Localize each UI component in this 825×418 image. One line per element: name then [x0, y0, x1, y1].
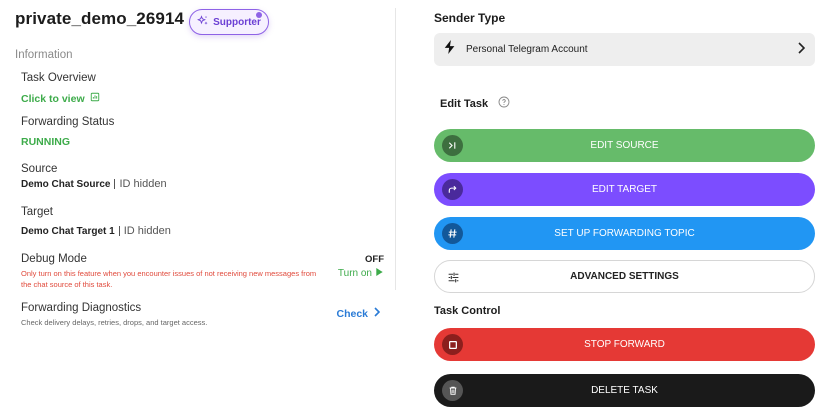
source-name: Demo Chat Source — [21, 178, 111, 190]
supporter-label: Supporter — [213, 16, 261, 28]
chevron-right-icon — [798, 41, 806, 59]
stop-forward-label: STOP FORWARD — [584, 339, 665, 350]
separator — [114, 179, 116, 189]
overview-link-label: Click to view — [21, 92, 85, 105]
delete-task-button[interactable]: DELETE TASK — [434, 374, 815, 407]
advanced-settings-button[interactable]: ADVANCED SETTINGS — [434, 260, 815, 293]
sender-type-value: Personal Telegram Account — [466, 44, 588, 55]
source-label: Source — [21, 163, 58, 175]
check-label: Check — [336, 307, 368, 320]
target-value: Demo Chat Target 1 ID hidden — [21, 225, 171, 237]
lightning-icon — [444, 40, 456, 59]
diagnostics-check-button[interactable]: Check — [336, 307, 381, 320]
notification-dot — [256, 12, 262, 18]
chart-icon — [90, 92, 100, 105]
sparkle-icon — [197, 14, 209, 30]
debug-turn-on-button[interactable]: Turn on — [338, 268, 383, 279]
forwarding-topic-label: SET UP FORWARDING TOPIC — [554, 228, 695, 239]
supporter-badge[interactable]: Supporter — [189, 9, 269, 35]
forwarding-diagnostics-label: Forwarding Diagnostics — [21, 302, 142, 314]
edit-task-heading: Edit Task — [440, 96, 510, 111]
forwarding-topic-button[interactable]: SET UP FORWARDING TOPIC — [434, 217, 815, 250]
trash-icon — [442, 380, 463, 401]
edit-source-button[interactable]: EDIT SOURCE — [434, 129, 815, 162]
edit-target-button[interactable]: EDIT TARGET — [434, 173, 815, 206]
task-overview-label: Task Overview — [21, 72, 96, 84]
task-title-row: private_demo_26914 — [15, 9, 207, 29]
forwarding-status-value: RUNNING — [21, 136, 70, 148]
chevron-right-icon — [374, 307, 381, 320]
task-info-panel: private_demo_26914 Supporter Information… — [0, 0, 396, 418]
delete-task-label: DELETE TASK — [591, 385, 658, 396]
arrow-to-bar-icon — [442, 135, 463, 156]
source-value: Demo Chat Source ID hidden — [21, 178, 167, 190]
sender-type-heading: Sender Type — [434, 11, 506, 25]
target-name: Demo Chat Target 1 — [21, 225, 115, 237]
advanced-settings-label: ADVANCED SETTINGS — [570, 271, 679, 282]
edit-source-label: EDIT SOURCE — [590, 140, 659, 151]
debug-mode-note: Only turn on this feature when you encou… — [21, 269, 317, 289]
play-arrow-icon — [376, 268, 383, 279]
debug-mode-state: OFF — [365, 254, 384, 265]
sliders-icon — [443, 267, 464, 288]
target-id: ID hidden — [123, 225, 171, 237]
hash-icon — [442, 223, 463, 244]
debug-mode-label: Debug Mode — [21, 253, 87, 265]
stop-forward-button[interactable]: STOP FORWARD — [434, 328, 815, 361]
sender-type-selector[interactable]: Personal Telegram Account — [434, 33, 815, 66]
task-name: private_demo_26914 — [15, 9, 185, 28]
information-heading: Information — [15, 49, 73, 61]
forwarding-status-label: Forwarding Status — [21, 116, 115, 128]
edit-task-label: Edit Task — [440, 97, 489, 110]
task-overview-link[interactable]: Click to view — [21, 92, 100, 105]
source-id: ID hidden — [119, 178, 167, 190]
turn-on-label: Turn on — [337, 268, 372, 279]
diagnostics-note: Check delivery delays, retries, drops, a… — [21, 318, 208, 327]
edit-target-label: EDIT TARGET — [591, 184, 657, 195]
separator — [118, 226, 120, 236]
stop-square-icon — [442, 334, 463, 355]
question-circle-icon[interactable] — [498, 96, 510, 111]
task-actions-panel: Sender Type Personal Telegram Account Ed… — [396, 0, 825, 418]
task-control-heading: Task Control — [434, 305, 501, 317]
target-label: Target — [21, 206, 53, 218]
share-arrow-icon — [442, 179, 463, 200]
